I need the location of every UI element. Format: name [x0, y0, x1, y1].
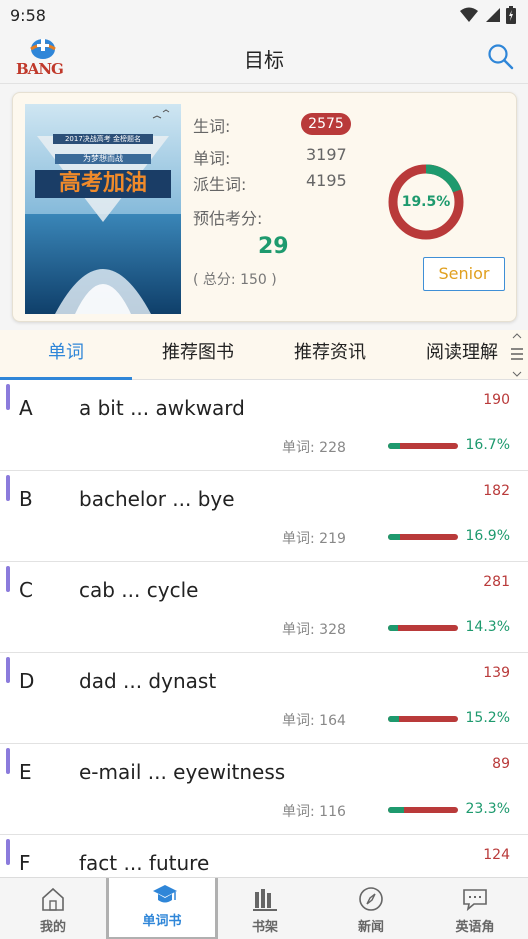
row-letter: C	[19, 578, 33, 602]
row-word-count: 单词: 219	[282, 531, 346, 547]
nav-item-mine[interactable]: 我的	[0, 878, 106, 939]
row-letter: D	[19, 669, 35, 693]
row-marker	[6, 839, 10, 865]
row-percent: 16.9%	[465, 528, 510, 544]
estimate-score-value: 29	[258, 234, 289, 259]
row-range: e-mail ... eyewitness	[79, 760, 286, 784]
row-percent: 15.2%	[465, 710, 510, 726]
list-item[interactable]: E e-mail ... eyewitness 89 单词: 116 23.3%	[0, 744, 528, 835]
tab-recommended-books[interactable]: 推荐图书	[132, 330, 264, 380]
row-new-count: 139	[483, 665, 510, 681]
row-percent: 16.7%	[465, 437, 510, 453]
signal-icon	[486, 8, 500, 22]
home-icon	[42, 887, 64, 911]
status-bar: 9:58	[0, 0, 528, 32]
row-word-count: 单词: 228	[282, 440, 346, 456]
tab-menu-icon[interactable]	[508, 330, 526, 380]
summary-area: 2017决战高考 金榜题名 为梦想而战 高考加油 生词: 2575 单词: 31…	[0, 84, 528, 330]
new-words-label: 生词:	[193, 117, 231, 136]
row-marker	[6, 566, 10, 592]
list-item[interactable]: A a bit ... awkward 190 单词: 228 16.7%	[0, 380, 528, 471]
level-button[interactable]: Senior	[423, 257, 505, 291]
cover-banner-top: 2017决战高考 金榜题名	[64, 135, 142, 143]
search-icon[interactable]	[486, 42, 516, 72]
list-item[interactable]: C cab ... cycle 281 单词: 328 14.3%	[0, 562, 528, 653]
nav-label: 单词书	[142, 914, 182, 929]
nav-item-wordbook[interactable]: 单词书	[106, 878, 218, 939]
graduation-cap-icon	[153, 885, 177, 903]
chat-icon	[463, 889, 487, 912]
list-item[interactable]: D dad ... dynast 139 单词: 164 15.2%	[0, 653, 528, 744]
row-new-count: 89	[492, 756, 510, 772]
cover-banner-mid: 为梦想而战	[83, 154, 123, 163]
new-words-badge: 2575	[301, 113, 351, 135]
row-progress-bar	[388, 534, 458, 540]
nav-item-bookshelf[interactable]: 书架	[212, 878, 318, 939]
status-icons	[460, 6, 516, 24]
nav-label: 书架	[251, 920, 278, 935]
nav-item-news[interactable]: 新闻	[318, 878, 424, 939]
row-range: cab ... cycle	[79, 578, 199, 602]
words-label: 单词:	[193, 149, 231, 168]
nav-label: 我的	[39, 920, 66, 935]
derived-words-value: 4195	[306, 171, 347, 190]
row-percent: 14.3%	[465, 619, 510, 635]
status-time: 9:58	[10, 6, 46, 25]
list-item[interactable]: B bachelor ... bye 182 单词: 219 16.9%	[0, 471, 528, 562]
row-progress-bar	[388, 625, 458, 631]
battery-icon	[506, 6, 516, 24]
cover-headline: 高考加油	[58, 171, 147, 196]
row-new-count: 124	[483, 847, 510, 863]
nav-label: 英语角	[455, 920, 495, 935]
row-marker	[6, 657, 10, 683]
row-marker	[6, 748, 10, 774]
summary-card: 2017决战高考 金榜题名 为梦想而战 高考加油 生词: 2575 单词: 31…	[12, 92, 517, 322]
row-new-count: 190	[483, 392, 510, 408]
row-range: fact ... future	[79, 851, 210, 875]
row-marker	[6, 475, 10, 501]
compass-icon	[359, 887, 383, 911]
page-title: 目标	[244, 48, 284, 72]
words-value: 3197	[306, 145, 347, 164]
row-range: a bit ... awkward	[79, 396, 245, 420]
row-letter: F	[19, 851, 31, 875]
row-new-count: 182	[483, 483, 510, 499]
tab-recommended-news[interactable]: 推荐资讯	[264, 330, 396, 380]
app-header: BANG 目标	[0, 32, 528, 84]
list-item[interactable]: F fact ... future 124	[0, 835, 528, 878]
row-range: bachelor ... bye	[79, 487, 235, 511]
progress-percent: 19.5%	[401, 194, 451, 210]
row-percent: 23.3%	[465, 801, 510, 817]
row-progress-bar	[388, 716, 458, 722]
total-score-text: ( 总分: 150 )	[193, 272, 277, 288]
row-progress-bar	[388, 443, 458, 449]
bookshelf-icon	[253, 889, 277, 911]
estimate-score-label: 预估考分:	[193, 209, 263, 228]
tab-bar: 单词 推荐图书 推荐资讯 阅读理解	[0, 330, 528, 380]
derived-words-label: 派生词:	[193, 175, 247, 194]
tab-words[interactable]: 单词	[0, 330, 132, 380]
row-word-count: 单词: 116	[282, 804, 346, 820]
bottom-nav: 我的 单词书 书架 新闻 英语角	[0, 877, 528, 939]
row-letter: B	[19, 487, 33, 511]
row-word-count: 单词: 164	[282, 713, 346, 729]
row-word-count: 单词: 328	[282, 622, 346, 638]
letter-list: A a bit ... awkward 190 单词: 228 16.7% B …	[0, 380, 528, 878]
row-range: dad ... dynast	[79, 669, 217, 693]
book-cover-image[interactable]: 2017决战高考 金榜题名 为梦想而战 高考加油	[25, 104, 181, 314]
row-letter: E	[19, 760, 32, 784]
row-progress-bar	[388, 807, 458, 813]
nav-label: 新闻	[357, 920, 384, 935]
row-marker	[6, 384, 10, 410]
nav-item-english-corner[interactable]: 英语角	[422, 878, 528, 939]
row-new-count: 281	[483, 574, 510, 590]
wifi-icon	[460, 7, 478, 22]
row-letter: A	[19, 396, 33, 420]
